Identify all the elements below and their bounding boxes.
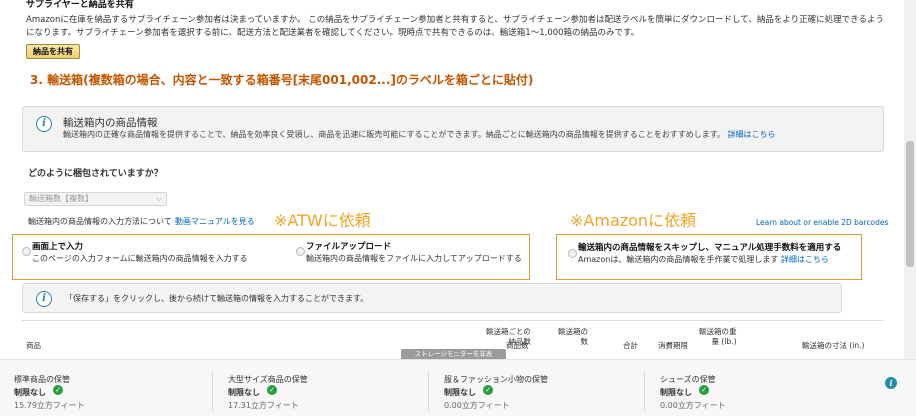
column-total: 合計 xyxy=(623,341,638,350)
storage-title: 大型サイズ商品の保管 xyxy=(228,375,308,384)
scrollbar-thumb[interactable] xyxy=(906,141,914,267)
share-section-description: Amazonに在庫を納品するサプライチェーン参加者は決まっていますか。 この納品… xyxy=(26,15,884,38)
skip-learn-more-link[interactable]: 詳細はこちら xyxy=(781,255,829,264)
check-icon: ✓ xyxy=(53,385,63,395)
chevron-down-icon: ⌵ xyxy=(155,194,162,203)
info-icon: i xyxy=(36,291,52,307)
column-divider xyxy=(644,370,645,412)
save-info-text: 「保存する」をクリックし、後から続けて輸送箱の情報を入力することができます。 xyxy=(65,294,369,303)
column-box-count: 輸送箱の 数 xyxy=(558,327,588,346)
check-icon: ✓ xyxy=(699,385,709,395)
web-form-option-desc: このページの入力フォームに輸送箱内の商品情報を入力する xyxy=(32,254,248,263)
skip-option-desc: Amazonは、輸送箱内の商品情報を手作業で処理します 詳細はこちら xyxy=(578,254,829,265)
column-expiry: 消費期限 xyxy=(658,341,688,350)
column-divider xyxy=(428,370,429,412)
column-box-dimensions: 輸送箱の寸法 (in.) xyxy=(802,341,865,350)
file-upload-radio[interactable] xyxy=(296,247,305,256)
step-3-heading: 3. 輸送箱(複数箱の場合、内容と一致する箱番号[末尾001,002...]のラ… xyxy=(30,73,534,87)
skip-box-content-radio[interactable] xyxy=(568,249,577,258)
page-scrollbar[interactable] xyxy=(904,0,916,359)
storage-volume: 15.79立方フィート xyxy=(14,401,85,410)
packing-question: どのように梱包されていますか？ xyxy=(28,169,163,179)
share-shipment-button[interactable]: 納品を共有 xyxy=(26,44,80,59)
column-box-weight: 輸送箱の重 量 (lb.) xyxy=(699,327,737,346)
storage-title: シューズの保管 xyxy=(660,375,716,384)
storage-volume: 0.00立方フィート xyxy=(444,401,510,410)
storage-title: 服＆ファッション小物の保管 xyxy=(444,375,548,384)
storage-limit: 制限なし xyxy=(228,388,260,397)
share-section-heading: サプライヤーと納品を共有 xyxy=(26,0,134,10)
storage-monitor-bar: 標準商品の保管 制限なし ✓ 15.79立方フィート 大型サイズ商品の保管 制限… xyxy=(0,359,916,416)
storage-volume: 17.31立方フィート xyxy=(228,401,299,410)
storage-limit: 制限なし xyxy=(14,388,46,397)
info-icon[interactable]: i xyxy=(885,377,897,389)
column-product: 商品 xyxy=(26,341,41,350)
skip-option-title[interactable]: 輸送箱内の商品情報をスキップし、マニュアル処理手数料を適用する xyxy=(578,241,841,253)
self-entry-options-box: 画面上で入力 このページの入力フォームに輸送箱内の商品情報を入力する ファイルア… xyxy=(12,234,530,280)
storage-title: 標準商品の保管 xyxy=(14,375,70,384)
storage-limit: 制限なし xyxy=(444,388,476,397)
skip-option-desc-text: Amazonは、輸送箱内の商品情報を手作業で処理します xyxy=(578,255,779,264)
web-form-option-title[interactable]: 画面上で入力 xyxy=(32,240,83,252)
skip-option-box: 輸送箱内の商品情報をスキップし、マニュアル処理手数料を適用する Amazonは、… xyxy=(556,234,862,280)
column-units-total: 商品数 xyxy=(506,341,529,350)
web-form-radio[interactable] xyxy=(22,247,31,256)
info-learn-more-link[interactable]: 詳細はこちら xyxy=(727,130,775,139)
storage-volume: 0.00立方フィート xyxy=(660,401,726,410)
box-content-info-panel: i 輸送箱内の商品情報 輸送箱内の正確な商品情報を提供することで、納品を効率良く… xyxy=(22,106,884,152)
save-info-panel: i 「保存する」をクリックし、後から続けて輸送箱の情報を入力することができます。 xyxy=(22,283,842,313)
check-icon: ✓ xyxy=(483,385,493,395)
video-manual-link[interactable]: 動画マニュアルを見る xyxy=(175,216,255,227)
column-divider xyxy=(212,370,213,412)
file-upload-option-title[interactable]: ファイルアップロード xyxy=(306,240,391,252)
file-upload-option-desc: 輸送箱内の商品情報をファイルに入力してアップロードする xyxy=(306,254,522,263)
check-icon: ✓ xyxy=(267,385,277,395)
2d-barcode-link[interactable]: Learn about or enable 2D barcodes xyxy=(756,218,888,227)
packing-type-select[interactable]: 輸送箱数【複数】 ⌵ xyxy=(24,192,167,206)
amazon-annotation: ※Amazonに依頼 xyxy=(570,211,697,230)
info-panel-body: 輸送箱内の正確な商品情報を提供することで、納品を効率良く受領し、商品を迅速に販売… xyxy=(63,130,725,139)
info-panel-title: 輸送箱内の商品情報 xyxy=(63,117,158,129)
info-panel-text: 輸送箱内の正確な商品情報を提供することで、納品を効率良く受領し、商品を迅速に販売… xyxy=(63,129,775,140)
atw-annotation: ※ATWに依頼 xyxy=(274,211,371,230)
packing-type-value: 輸送箱数【複数】 xyxy=(29,194,93,203)
storage-limit: 制限なし xyxy=(660,388,692,397)
info-icon: i xyxy=(36,116,52,132)
input-method-label: 輸送箱内の商品情報の入力方法について xyxy=(28,217,172,226)
